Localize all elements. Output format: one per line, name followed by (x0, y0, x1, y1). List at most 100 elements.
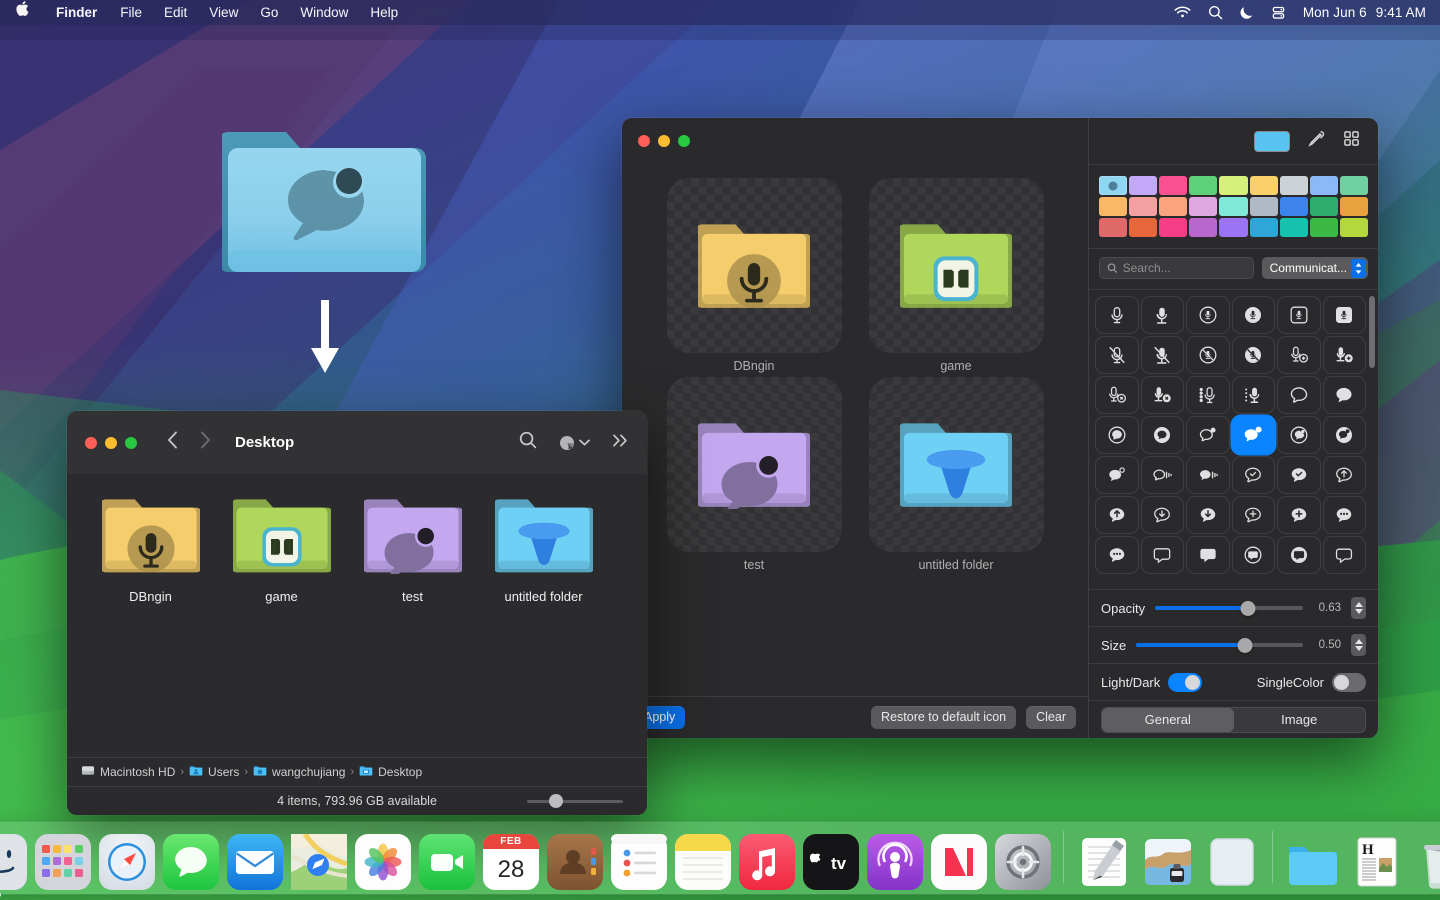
mic-badge-xmark-icon[interactable] (1095, 376, 1139, 414)
color-swatch[interactable] (1310, 176, 1338, 195)
single-color-toggle[interactable] (1332, 673, 1366, 692)
folder-preview-cell[interactable]: game (869, 178, 1044, 373)
bubble-waveform-icon[interactable] (1141, 456, 1185, 494)
search-input-wrapper[interactable] (1099, 257, 1254, 279)
dock-item-downloads-folder[interactable] (1285, 834, 1341, 890)
search-icon[interactable] (1208, 5, 1223, 20)
clear-button[interactable]: Clear (1026, 706, 1076, 729)
finder-icon-size-slider[interactable] (527, 794, 623, 808)
mic-waveform-filled-icon[interactable] (1232, 376, 1276, 414)
dock-item-news[interactable] (931, 834, 987, 890)
folder-preview-cell[interactable]: untitled folder (869, 377, 1044, 572)
mic-circle-icon[interactable] (1186, 296, 1230, 334)
size-stepper[interactable] (1351, 634, 1366, 656)
menu-item-help[interactable]: Help (359, 0, 409, 25)
color-swatch[interactable] (1189, 218, 1217, 237)
opacity-stepper[interactable] (1351, 597, 1366, 619)
finder-close-button[interactable] (85, 437, 97, 449)
dock-item-calendar[interactable]: FEB 28 (483, 834, 539, 890)
menu-item-file[interactable]: File (109, 0, 153, 25)
color-chip-swatch[interactable] (1254, 131, 1290, 152)
mic-slash-icon[interactable] (1095, 336, 1139, 374)
color-swatch[interactable] (1189, 197, 1217, 216)
dock-item-reminders[interactable] (611, 834, 667, 890)
bubble-quote-filled-icon[interactable] (1323, 416, 1367, 454)
dock-item-preview[interactable] (1140, 834, 1196, 890)
color-swatch[interactable] (1310, 197, 1338, 216)
breadcrumb-segment[interactable]: Desktop (359, 764, 422, 780)
color-swatch[interactable] (1219, 218, 1247, 237)
mic-icon[interactable] (1095, 296, 1139, 334)
mic-slash-circle-icon[interactable] (1186, 336, 1230, 374)
dock-item-trash[interactable] (1413, 834, 1440, 890)
breadcrumb-segment[interactable]: Users (189, 764, 239, 780)
mic-filled-icon[interactable] (1141, 296, 1185, 334)
color-swatch[interactable] (1129, 218, 1157, 237)
dock-item-blank-document[interactable] (1204, 834, 1260, 890)
bubble-arrow-up-filled-icon[interactable] (1095, 496, 1139, 534)
folder-preview-cell[interactable]: test (667, 377, 842, 572)
finder-minimize-button[interactable] (105, 437, 117, 449)
dock-item-photos[interactable] (355, 834, 411, 890)
message-icon[interactable] (1141, 536, 1185, 574)
back-chevron-icon[interactable] (167, 431, 178, 454)
color-swatch[interactable] (1099, 176, 1127, 195)
color-swatch[interactable] (1280, 218, 1308, 237)
mic-slash-circle-filled-icon[interactable] (1232, 336, 1276, 374)
bubble-double-icon[interactable] (1186, 416, 1230, 454)
message-circle-icon[interactable] (1232, 536, 1276, 574)
color-swatch[interactable] (1129, 197, 1157, 216)
dock-item-textedit[interactable] (1076, 834, 1132, 890)
mic-slash-filled-icon[interactable] (1141, 336, 1185, 374)
dock-item-document[interactable]: H (1349, 834, 1405, 890)
light-dark-toggle[interactable] (1168, 673, 1202, 692)
color-swatch[interactable] (1159, 197, 1187, 216)
tab-general[interactable]: General (1102, 708, 1234, 732)
bubble-double-filled-icon[interactable] (1232, 416, 1276, 454)
dock-item-facetime[interactable] (419, 834, 475, 890)
more-chevrons-icon[interactable] (612, 433, 629, 453)
eyedropper-icon[interactable] (1308, 130, 1325, 152)
mic-badge-plus-icon[interactable] (1277, 336, 1321, 374)
color-swatch[interactable] (1129, 176, 1157, 195)
color-swatch[interactable] (1280, 197, 1308, 216)
tab-image[interactable]: Image (1234, 708, 1366, 732)
finder-item[interactable]: game (216, 492, 347, 604)
dock-item-podcasts[interactable] (867, 834, 923, 890)
menu-item-edit[interactable]: Edit (153, 0, 198, 25)
maximize-button[interactable] (678, 135, 690, 147)
color-swatch[interactable] (1340, 218, 1368, 237)
desktop-dragged-folder-icon[interactable] (222, 110, 427, 285)
dock-item-messages[interactable] (163, 834, 219, 890)
color-swatch[interactable] (1250, 218, 1278, 237)
bubble-check-icon[interactable] (1232, 456, 1276, 494)
bubble-ellipsis-icon[interactable] (1323, 496, 1367, 534)
color-swatch[interactable] (1250, 176, 1278, 195)
color-swatch[interactable] (1219, 176, 1247, 195)
control-center-moon-icon[interactable] (1240, 5, 1254, 20)
bubble-check-filled-icon[interactable] (1277, 456, 1321, 494)
wifi-icon[interactable] (1174, 6, 1191, 19)
dock-item-safari[interactable] (99, 834, 155, 890)
bubble-waveform-filled-icon[interactable] (1186, 456, 1230, 494)
color-swatch[interactable] (1340, 176, 1368, 195)
color-swatch[interactable] (1189, 176, 1217, 195)
close-button[interactable] (638, 135, 650, 147)
color-swatch[interactable] (1280, 176, 1308, 195)
finder-maximize-button[interactable] (125, 437, 137, 449)
search-icon[interactable] (519, 431, 537, 454)
bubble-arrow-down-icon[interactable] (1141, 496, 1185, 534)
search-input[interactable] (1123, 261, 1246, 275)
dock-item-contacts[interactable] (547, 834, 603, 890)
bubble-plus-filled-icon[interactable] (1277, 496, 1321, 534)
menu-item-go[interactable]: Go (249, 0, 289, 25)
category-dropdown[interactable]: Communicat... (1262, 257, 1368, 279)
dock-item-apple-tv[interactable]: tv (803, 834, 859, 890)
message-rounded-icon[interactable] (1323, 536, 1367, 574)
menu-bar-clock[interactable]: Mon Jun 6 9:41 AM (1303, 5, 1426, 20)
mic-square-icon[interactable] (1277, 296, 1321, 334)
dock-item-music[interactable] (739, 834, 795, 890)
color-swatch[interactable] (1099, 197, 1127, 216)
color-swatch[interactable] (1250, 197, 1278, 216)
bubble-middle-filled-icon[interactable] (1141, 416, 1185, 454)
